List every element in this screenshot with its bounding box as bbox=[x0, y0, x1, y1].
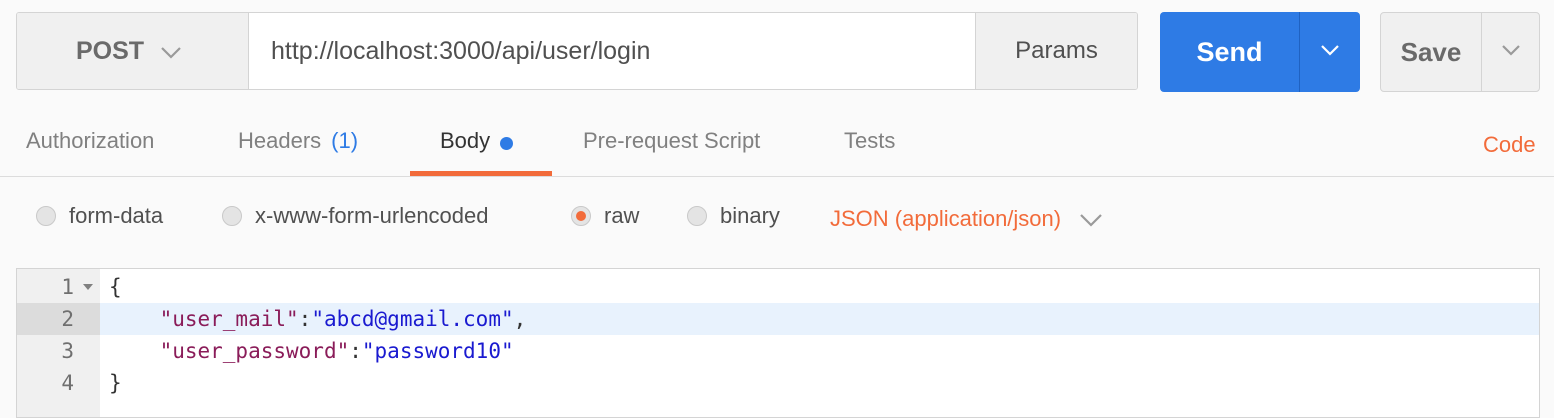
send-dropdown-button[interactable] bbox=[1299, 12, 1360, 92]
editor-line[interactable]: 4 } bbox=[17, 367, 1539, 399]
params-label: Params bbox=[1015, 37, 1098, 64]
radio-circle[interactable] bbox=[222, 206, 242, 226]
json-key: "user_mail" bbox=[159, 307, 299, 331]
content-type-label: JSON (application/json) bbox=[830, 206, 1062, 231]
code-link[interactable]: Code bbox=[1483, 132, 1536, 158]
json-line: "user_password":"password10" bbox=[109, 335, 514, 367]
radio-circle-selected[interactable] bbox=[571, 206, 591, 226]
radio-label: binary bbox=[720, 203, 780, 228]
method-label: POST bbox=[76, 36, 145, 65]
json-string-value: "abcd@gmail.com" bbox=[311, 307, 514, 331]
chevron-down-icon bbox=[1079, 207, 1103, 233]
radio-binary[interactable]: binary bbox=[687, 200, 780, 232]
url-field[interactable] bbox=[249, 13, 975, 89]
save-dropdown-button[interactable] bbox=[1481, 13, 1539, 91]
radio-label: form-data bbox=[69, 203, 164, 228]
chevron-down-icon bbox=[1501, 43, 1521, 61]
tab-label: Body bbox=[440, 128, 491, 153]
radio-raw[interactable]: raw bbox=[571, 200, 639, 232]
json-close-brace: } bbox=[109, 371, 122, 395]
json-string-value: "password10" bbox=[361, 339, 514, 363]
tab-label: Headers bbox=[238, 128, 322, 153]
line-number: 2 bbox=[17, 303, 100, 335]
radio-circle[interactable] bbox=[687, 206, 707, 226]
tab-tests[interactable]: Tests bbox=[844, 124, 895, 176]
send-button[interactable]: Send bbox=[1160, 12, 1299, 92]
send-label: Send bbox=[1196, 36, 1263, 67]
send-button-group: Send bbox=[1160, 12, 1360, 92]
radio-label: x-www-form-urlencoded bbox=[255, 203, 489, 228]
tabs-divider bbox=[0, 176, 1554, 177]
radio-label: raw bbox=[604, 203, 640, 228]
json-key: "user_password" bbox=[159, 339, 350, 363]
tab-label: Tests bbox=[844, 128, 896, 153]
json-colon: : bbox=[349, 339, 362, 363]
url-input[interactable] bbox=[271, 36, 975, 66]
editor-line[interactable]: 1 { bbox=[17, 271, 1539, 303]
radio-circle[interactable] bbox=[36, 206, 56, 226]
radio-form-data[interactable]: form-data bbox=[36, 200, 163, 232]
save-button-group: Save bbox=[1380, 12, 1540, 92]
modified-dot-icon bbox=[500, 137, 514, 150]
tab-pre-request-script[interactable]: Pre-request Script bbox=[583, 124, 760, 176]
tab-label: Pre-request Script bbox=[583, 128, 761, 153]
line-number: 3 bbox=[61, 339, 74, 363]
save-button[interactable]: Save bbox=[1381, 13, 1481, 91]
tab-headers[interactable]: Headers (1) bbox=[238, 124, 358, 176]
method-selector[interactable]: POST bbox=[17, 13, 249, 89]
json-comma: , bbox=[513, 307, 527, 331]
json-line: "user_mail":"abcd@gmail.com", bbox=[109, 303, 527, 335]
chevron-down-icon bbox=[1320, 43, 1340, 61]
save-label: Save bbox=[1400, 36, 1462, 67]
headers-count-badge: (1) bbox=[331, 128, 359, 153]
json-colon: : bbox=[298, 307, 312, 331]
json-open-brace: { bbox=[109, 275, 122, 299]
fold-arrow-icon[interactable] bbox=[83, 284, 93, 290]
editor-line-active[interactable]: 2 "user_mail":"abcd@gmail.com", bbox=[17, 303, 1539, 335]
line-number: 4 bbox=[61, 371, 74, 395]
code-editor[interactable]: 1 { 2 "user_mail":"abcd@gmail.com", 3 "u… bbox=[16, 268, 1540, 418]
radio-x-www-form-urlencoded[interactable]: x-www-form-urlencoded bbox=[222, 200, 489, 232]
request-bar: POST Params bbox=[16, 12, 1138, 90]
tab-authorization[interactable]: Authorization bbox=[26, 124, 154, 176]
chevron-down-icon bbox=[160, 38, 182, 67]
editor-line[interactable]: 3 "user_password":"password10" bbox=[17, 335, 1539, 367]
tab-label: Authorization bbox=[26, 128, 155, 153]
content-type-dropdown[interactable]: JSON (application/json) bbox=[830, 200, 1103, 238]
params-button[interactable]: Params bbox=[975, 13, 1137, 89]
tab-body[interactable]: Body bbox=[440, 124, 514, 176]
